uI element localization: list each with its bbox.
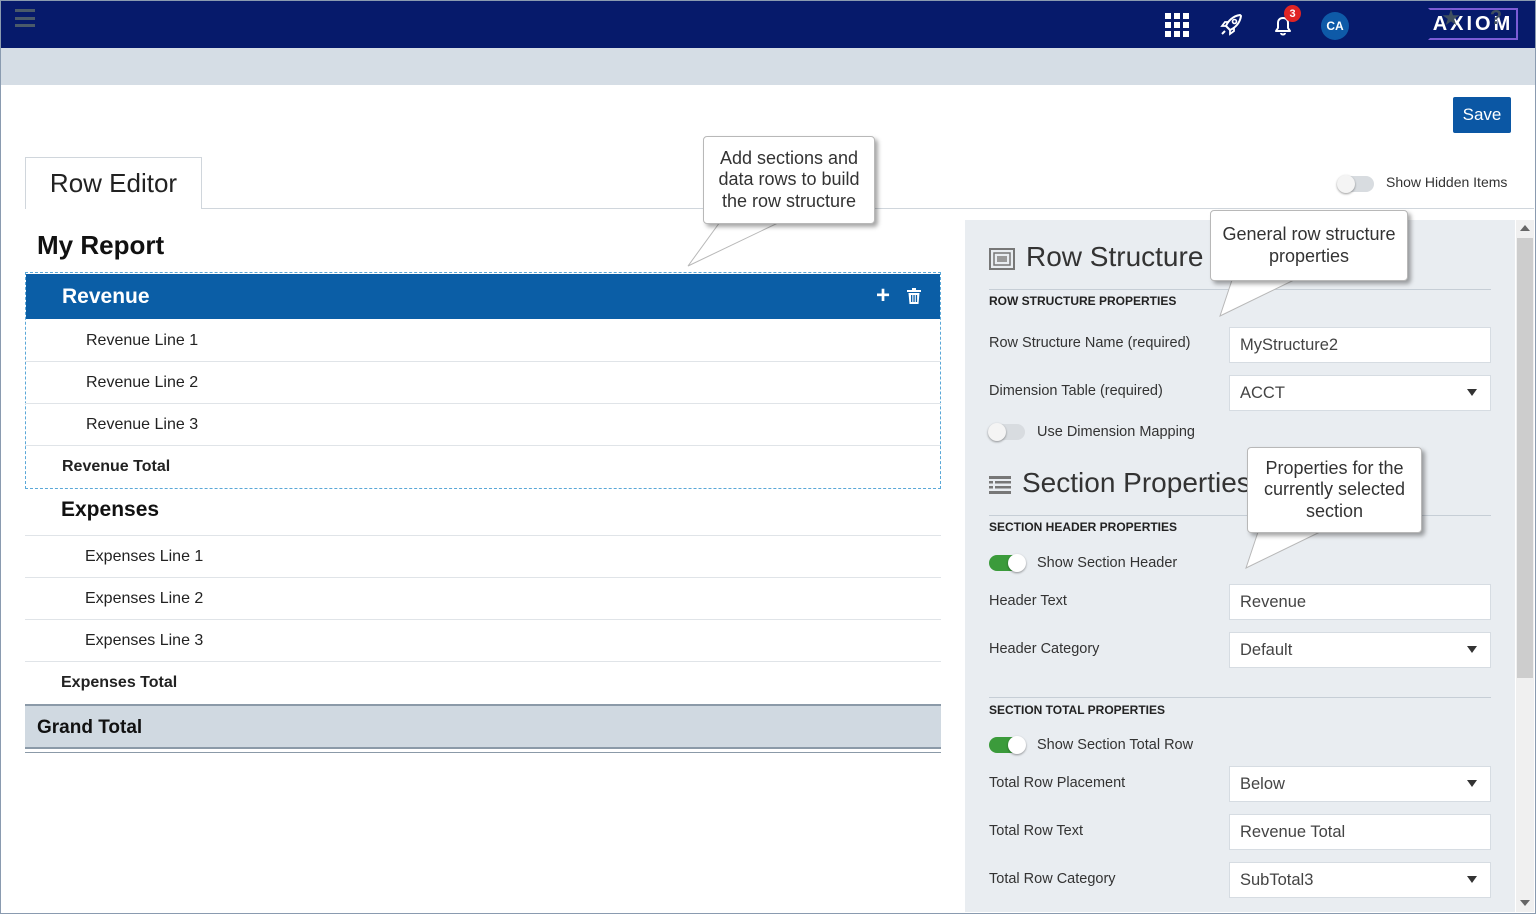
trash-icon[interactable] [907,288,921,304]
chevron-down-icon [1467,646,1477,653]
menu-icon[interactable] [15,9,35,27]
section-properties-title: Section Properties [1022,467,1251,498]
show-section-header-label: Show Section Header [1037,555,1178,571]
total-row-text-label: Total Row Text [989,823,1084,839]
list-item[interactable]: Expenses Line 2 [25,578,941,620]
grand-total-row[interactable]: Grand Total [25,704,941,749]
dimension-table-label: Dimension Table (required) [989,383,1163,399]
row-structure-name-input[interactable]: MyStructure2 [1229,327,1491,363]
row-structure-title: Row Structure [1026,241,1204,272]
header-text-label: Header Text [989,593,1067,609]
list-item[interactable]: Revenue Line 2 [25,362,941,404]
callout-tail [1219,278,1295,317]
callout-tail [1245,530,1321,569]
list-item[interactable]: Expenses Line 3 [25,620,941,662]
callout-general-properties: General row structure properties [1210,210,1408,281]
header-text-input[interactable]: Revenue [1229,584,1491,620]
list-item[interactable]: Revenue Line 3 [25,404,941,446]
total-row-placement-label: Total Row Placement [989,775,1126,791]
section-header-revenue[interactable]: Revenue + [26,274,940,319]
top-nav-icons [1,1,1535,48]
tab-row-editor[interactable]: Row Editor [25,157,202,209]
secondary-toolbar [1,48,1535,85]
notification-badge: 3 [1284,5,1301,22]
scroll-down-arrow-icon[interactable] [1520,900,1530,906]
show-section-header-toggle[interactable] [989,554,1026,572]
section-total-row[interactable]: Expenses Total [25,662,941,704]
divider [989,697,1491,698]
total-row-text-input[interactable]: Revenue Total [1229,814,1491,850]
list-item[interactable]: Expenses Line 1 [25,536,941,578]
chevron-down-icon [1467,780,1477,787]
help-icon[interactable]: ? [1484,4,1508,32]
scroll-up-arrow-icon[interactable] [1520,225,1530,231]
star-icon[interactable]: ★ [1438,4,1464,32]
total-row-category-label: Total Row Category [989,871,1116,887]
header-category-label: Header Category [989,641,1100,657]
list-item[interactable]: Revenue Line 1 [25,320,941,362]
use-dimension-mapping-toggle[interactable] [988,423,1025,441]
report-title: My Report [37,230,165,260]
show-section-total-label: Show Section Total Row [1037,737,1194,753]
dimension-table-select[interactable]: ACCT [1229,375,1491,411]
section-properties-icon [989,476,1011,494]
section-header-subheading: SECTION HEADER PROPERTIES [989,520,1178,534]
row-structure-icon [989,248,1015,270]
total-row-category-select[interactable]: SubTotal3 [1229,862,1491,898]
section-total-row[interactable]: Revenue Total [25,446,941,488]
section-header-row [25,494,941,536]
row-structure-subheading: ROW STRUCTURE PROPERTIES [989,294,1177,308]
show-hidden-items-label: Show Hidden Items [1386,174,1508,190]
callout-tail [687,220,781,267]
show-section-total-toggle[interactable] [989,736,1026,754]
chevron-down-icon [1467,389,1477,396]
chevron-down-icon [1467,876,1477,883]
apps-grid-icon[interactable] [1163,1,1191,48]
show-hidden-items-toggle[interactable] [1337,175,1374,193]
add-icon[interactable]: + [876,282,890,310]
save-button[interactable]: Save [1453,97,1511,133]
scrollbar-thumb[interactable] [1517,238,1533,678]
avatar[interactable]: CA [1321,12,1349,40]
grand-total-underline [25,752,941,753]
section-total-subheading: SECTION TOTAL PROPERTIES [989,703,1166,717]
callout-section-properties: Properties for the currently selected se… [1247,447,1422,533]
use-dimension-mapping-label: Use Dimension Mapping [1037,424,1195,440]
row-structure-name-label: Row Structure Name (required) [989,335,1191,351]
header-category-select[interactable]: Default [1229,632,1491,668]
total-row-placement-select[interactable]: Below [1229,766,1491,802]
rocket-icon[interactable] [1215,1,1247,48]
callout-add-sections: Add sections and data rows to build the … [703,136,875,224]
section-header-label: Revenue [62,285,150,308]
